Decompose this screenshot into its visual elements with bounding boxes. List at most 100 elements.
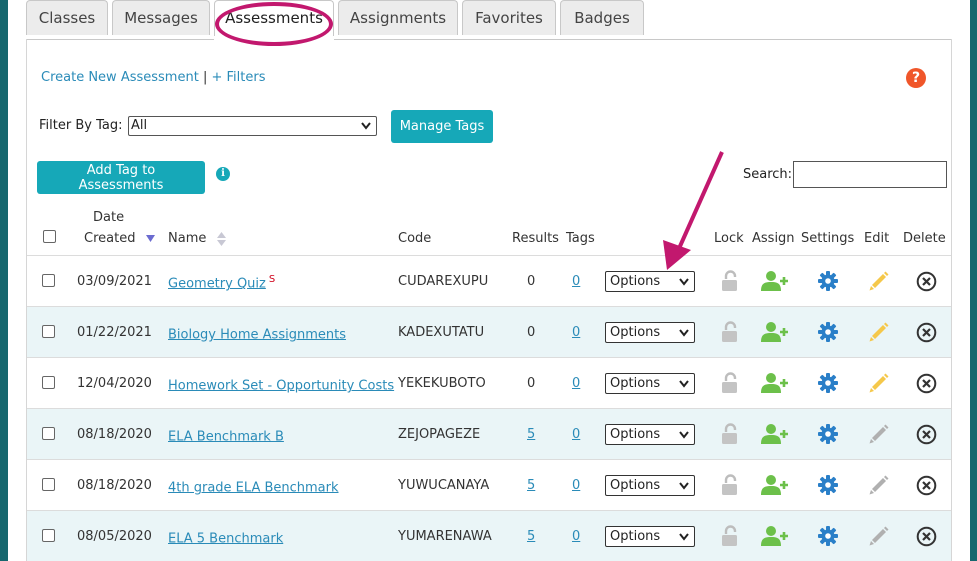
options-select[interactable]: Options	[605, 373, 695, 394]
unlock-icon[interactable]	[721, 372, 741, 394]
assign-user-plus-icon[interactable]	[761, 321, 789, 343]
delete-circle-x-icon[interactable]	[916, 424, 937, 445]
tags-count-link[interactable]: 0	[572, 274, 580, 289]
results-count-link[interactable]: 5	[527, 478, 535, 493]
delete-circle-x-icon[interactable]	[916, 271, 937, 292]
delete-circle-x-icon[interactable]	[916, 322, 937, 343]
unlock-icon[interactable]	[721, 525, 741, 547]
options-select[interactable]: Options	[605, 322, 695, 343]
column-name[interactable]: Name	[168, 231, 226, 246]
unlock-icon[interactable]	[721, 423, 741, 445]
action-links: Create New Assessment | + Filters	[41, 70, 265, 85]
tags-count-link[interactable]: 0	[572, 529, 580, 544]
row-checkbox[interactable]	[42, 376, 55, 389]
settings-gear-icon[interactable]	[818, 373, 838, 393]
assessment-name-link[interactable]: Geometry Quiz	[168, 276, 266, 291]
tags-count-link[interactable]: 0	[572, 376, 580, 391]
row-checkbox[interactable]	[42, 529, 55, 542]
date-created: 08/18/2020	[77, 478, 152, 493]
results-count: 5	[527, 478, 535, 493]
shared-badge: S	[268, 274, 276, 285]
tags-count-link[interactable]: 0	[572, 325, 580, 340]
options-select[interactable]: Options	[605, 271, 695, 292]
delete-circle-x-icon[interactable]	[916, 475, 937, 496]
filter-by-tag-value: All	[131, 118, 148, 133]
chevron-down-icon	[361, 122, 371, 130]
results-count-link[interactable]: 5	[527, 529, 535, 544]
column-settings: Settings	[801, 231, 855, 246]
assessment-code: YEKEKUBOTO	[398, 376, 486, 391]
options-value: Options	[610, 376, 661, 391]
row-checkbox[interactable]	[42, 427, 55, 440]
edit-pencil-icon[interactable]	[868, 474, 890, 496]
options-select[interactable]: Options	[605, 475, 695, 496]
add-tag-button[interactable]: Add Tag to Assessments	[37, 161, 205, 194]
delete-circle-x-icon[interactable]	[916, 526, 937, 547]
options-value: Options	[610, 478, 661, 493]
table-row: 01/22/2021 Biology Home Assignments KADE…	[27, 306, 951, 357]
tags-count-link[interactable]: 0	[572, 478, 580, 493]
tab-assignments[interactable]: Assignments	[338, 0, 458, 35]
settings-gear-icon[interactable]	[818, 424, 838, 444]
create-assessment-link[interactable]: Create New Assessment	[41, 70, 199, 85]
unlock-icon[interactable]	[721, 474, 741, 496]
assessment-name-link[interactable]: Biology Home Assignments	[168, 327, 346, 342]
tab-assessments[interactable]: Assessments	[214, 0, 334, 36]
settings-gear-icon[interactable]	[818, 526, 838, 546]
options-value: Options	[610, 427, 661, 442]
settings-gear-icon[interactable]	[818, 271, 838, 291]
sort-desc-icon[interactable]	[145, 235, 155, 242]
assessment-name-link[interactable]: Homework Set - Opportunity Costs	[168, 378, 394, 393]
column-delete: Delete	[903, 231, 946, 246]
assign-user-plus-icon[interactable]	[761, 474, 789, 496]
settings-gear-icon[interactable]	[818, 475, 838, 495]
tab-classes[interactable]: Classes	[26, 0, 108, 35]
settings-gear-icon[interactable]	[818, 322, 838, 342]
date-created: 01/22/2021	[77, 325, 152, 340]
assessment-code: YUMARENAWA	[398, 529, 492, 544]
edit-pencil-icon[interactable]	[868, 270, 890, 292]
unlock-icon[interactable]	[721, 321, 741, 343]
chevron-down-icon	[679, 431, 689, 439]
edit-pencil-icon[interactable]	[868, 321, 890, 343]
edit-pencil-icon[interactable]	[868, 372, 890, 394]
assessment-name-link[interactable]: 4th grade ELA Benchmark	[168, 480, 339, 495]
row-checkbox[interactable]	[42, 478, 55, 491]
options-select[interactable]: Options	[605, 526, 695, 547]
help-icon[interactable]: ?	[906, 68, 926, 88]
tab-favorites[interactable]: Favorites	[462, 0, 556, 35]
column-name-label: Name	[168, 231, 207, 246]
sort-icon[interactable]	[216, 231, 226, 246]
options-value: Options	[610, 274, 661, 289]
row-checkbox[interactable]	[42, 274, 55, 287]
row-checkbox[interactable]	[42, 325, 55, 338]
options-value: Options	[610, 325, 661, 340]
assign-user-plus-icon[interactable]	[761, 525, 789, 547]
delete-circle-x-icon[interactable]	[916, 373, 937, 394]
assessment-name-link[interactable]: ELA 5 Benchmark	[168, 531, 283, 546]
assessment-name-cell: ELA Benchmark B	[168, 427, 287, 444]
edit-pencil-icon[interactable]	[868, 525, 890, 547]
assign-user-plus-icon[interactable]	[761, 423, 789, 445]
info-icon[interactable]: i	[216, 167, 230, 181]
column-date-created[interactable]: Created	[84, 231, 155, 246]
tags-count-link[interactable]: 0	[572, 427, 580, 442]
search-input[interactable]	[793, 161, 947, 188]
options-select[interactable]: Options	[605, 424, 695, 445]
results-count: 0	[527, 325, 536, 340]
manage-tags-button[interactable]: Manage Tags	[391, 110, 493, 143]
column-date-line1: Date	[93, 210, 125, 225]
select-all-checkbox[interactable]	[43, 230, 56, 243]
results-count: 5	[527, 529, 535, 544]
unlock-icon[interactable]	[721, 270, 741, 292]
assessment-name-link[interactable]: ELA Benchmark B	[168, 429, 284, 444]
assign-user-plus-icon[interactable]	[761, 270, 789, 292]
filter-by-tag-select[interactable]: All	[128, 116, 377, 136]
edit-pencil-icon[interactable]	[868, 423, 890, 445]
tab-messages[interactable]: Messages	[112, 0, 210, 35]
results-count-link[interactable]: 5	[527, 427, 535, 442]
assessment-code: YUWUCANAYA	[398, 478, 490, 493]
assign-user-plus-icon[interactable]	[761, 372, 789, 394]
filters-link[interactable]: + Filters	[211, 70, 265, 85]
tab-badges[interactable]: Badges	[560, 0, 644, 35]
